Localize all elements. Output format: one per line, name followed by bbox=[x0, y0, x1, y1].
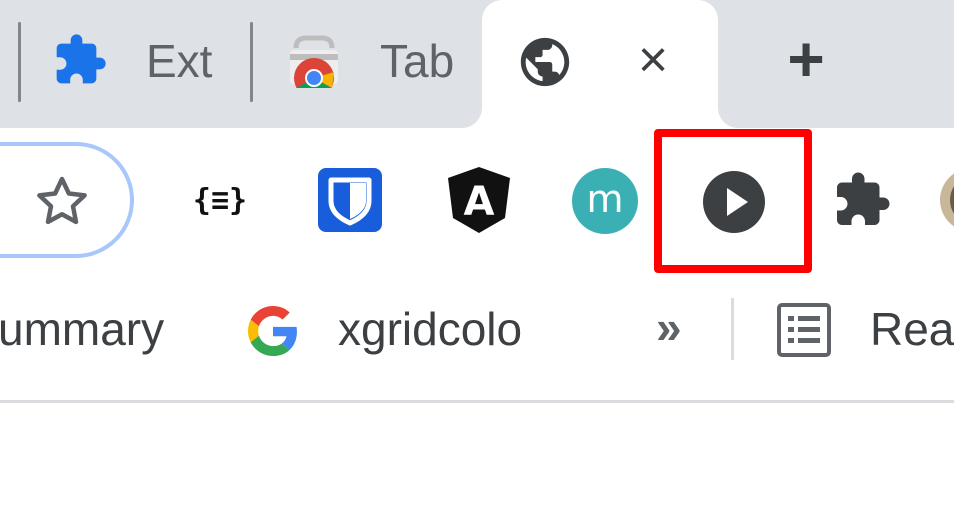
puzzle-icon bbox=[837, 172, 890, 225]
bookmark-item-summary[interactable]: ummary bbox=[0, 302, 164, 356]
google-g-icon bbox=[248, 306, 297, 356]
m-extension-icon: m bbox=[586, 177, 624, 221]
extension-json-formatter-button[interactable]: {≡} bbox=[184, 168, 256, 232]
extension-m-button[interactable]: m bbox=[572, 168, 638, 234]
toolbar: {≡} A m bbox=[0, 128, 954, 274]
tab-web-store[interactable]: Tab bbox=[256, 0, 476, 128]
tab-label: Ext bbox=[146, 35, 213, 87]
tab-extensions[interactable]: Ext bbox=[24, 0, 252, 128]
bookmarks-bar: ummary xgridcolo » Rea bbox=[0, 274, 954, 400]
browser-window: Ext Tab × + {≡} A m ummary xgridcolo » R… bbox=[0, 0, 954, 528]
star-icon[interactable] bbox=[32, 172, 92, 232]
page-content bbox=[0, 403, 954, 528]
extension-angular-button[interactable]: A bbox=[444, 164, 514, 236]
angular-glyph: A bbox=[464, 179, 495, 225]
tab-separator bbox=[18, 22, 21, 102]
tab-separator bbox=[250, 22, 253, 102]
reading-list-icon bbox=[777, 303, 831, 357]
puzzle-icon bbox=[56, 34, 106, 84]
extensions-menu-button[interactable] bbox=[830, 168, 894, 232]
tab-strip: Ext Tab × + bbox=[0, 0, 954, 128]
profile-avatar[interactable] bbox=[940, 168, 954, 232]
tab-label: Tab bbox=[380, 35, 455, 87]
globe-icon bbox=[520, 37, 570, 87]
bookmarks-divider bbox=[731, 298, 734, 360]
bookmark-label: xgridcolo bbox=[338, 303, 523, 355]
json-formatter-icon: {≡} bbox=[192, 182, 248, 218]
new-tab-button[interactable]: + bbox=[772, 26, 840, 94]
angular-icon: A bbox=[448, 167, 510, 233]
tab-active[interactable]: × bbox=[482, 0, 718, 128]
tab-close-button[interactable]: × bbox=[630, 30, 676, 90]
extension-play-button[interactable] bbox=[696, 168, 772, 236]
bitwarden-shield-icon bbox=[318, 168, 382, 232]
reading-list-label: Rea bbox=[870, 303, 954, 355]
address-bar[interactable] bbox=[0, 142, 134, 258]
extension-bitwarden-button[interactable] bbox=[316, 166, 384, 234]
chrome-web-store-icon bbox=[290, 35, 338, 88]
avatar-figure bbox=[950, 180, 954, 220]
play-circle-icon bbox=[703, 171, 765, 233]
bookmarks-overflow-button[interactable]: » bbox=[656, 300, 682, 354]
